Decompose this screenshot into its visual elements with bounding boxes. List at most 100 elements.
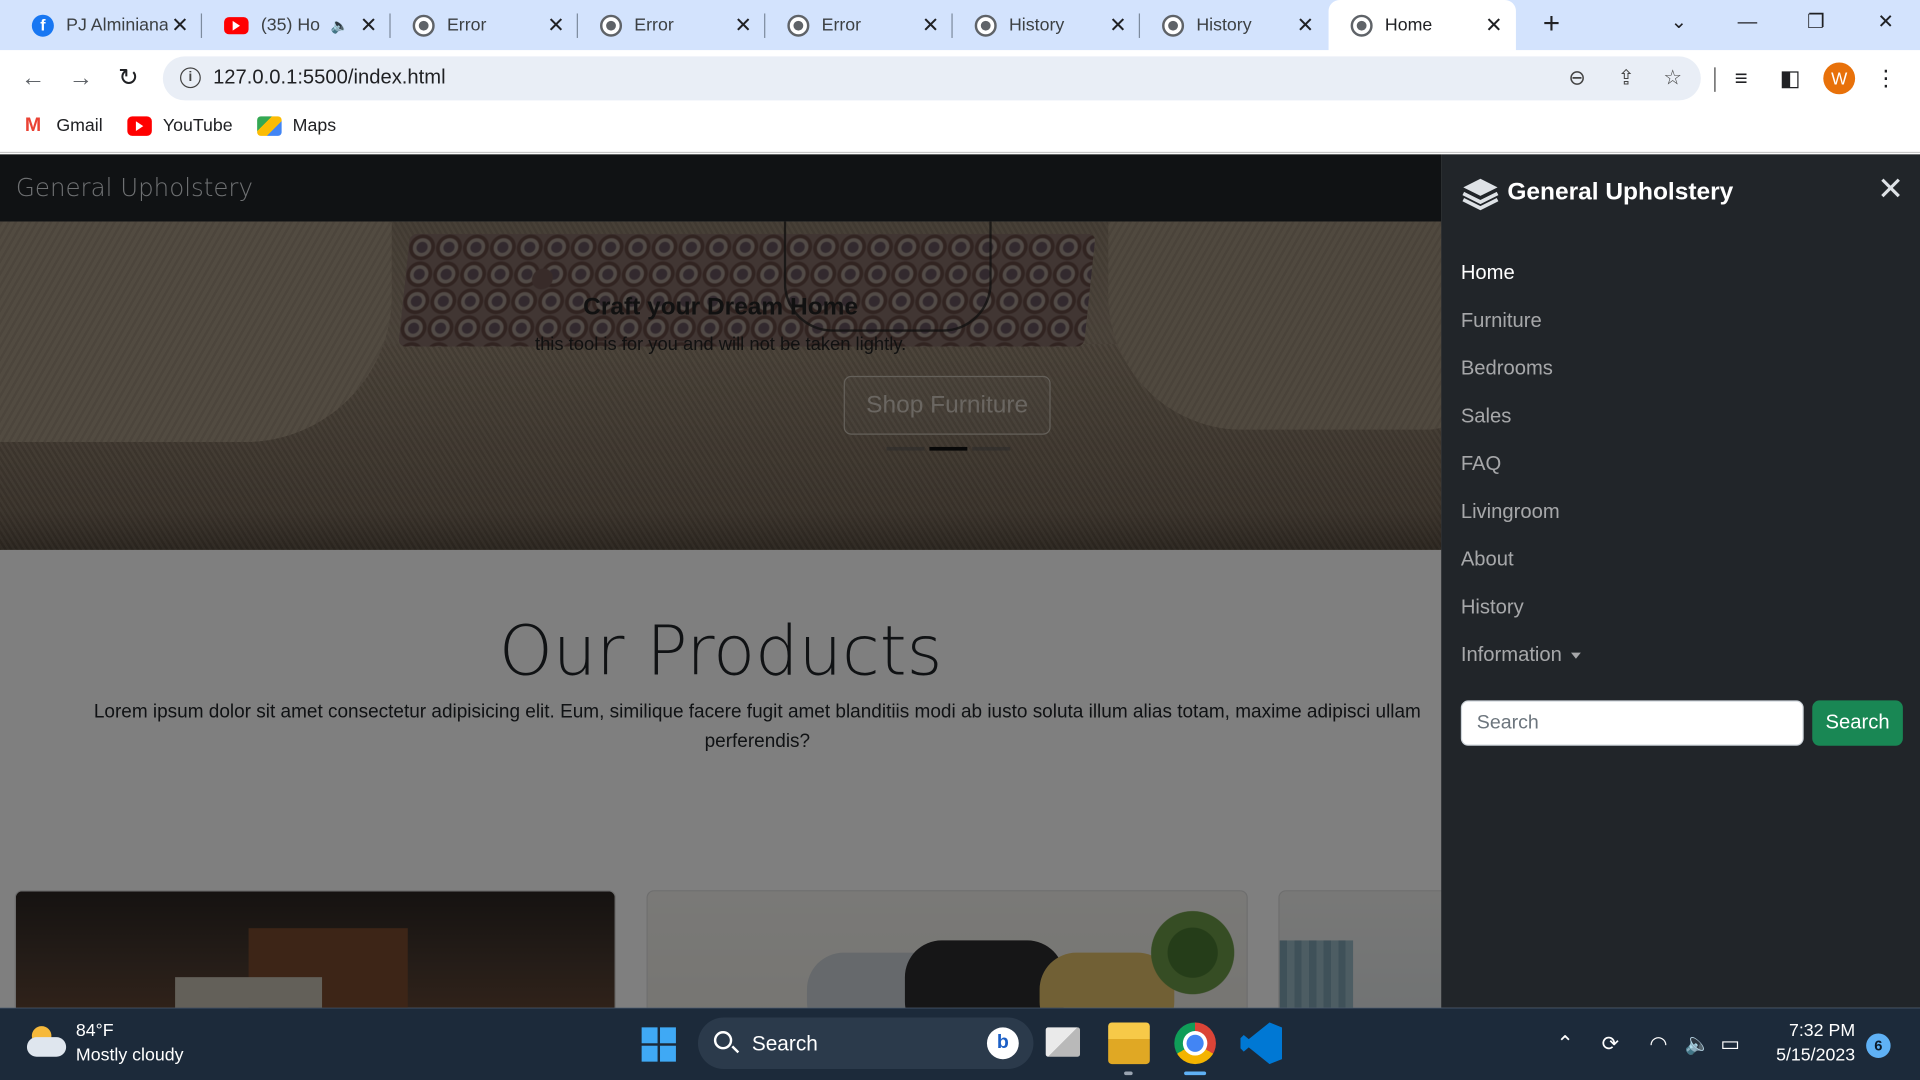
minimize-button[interactable]: — — [1719, 0, 1775, 49]
menu-kebab-icon[interactable]: ⋮ — [1871, 64, 1900, 93]
profile-avatar[interactable]: W — [1823, 62, 1856, 95]
close-icon[interactable]: ✕ — [1876, 173, 1905, 205]
tab-close-icon[interactable]: ✕ — [1482, 13, 1506, 37]
share-icon[interactable]: ⇪ — [1613, 65, 1640, 92]
battery-icon[interactable]: ▭ — [1720, 1032, 1740, 1056]
clock-date[interactable]: 5/15/2023 — [1751, 1046, 1855, 1066]
weather-description[interactable]: Mostly cloudy — [76, 1046, 184, 1066]
search-input[interactable] — [1460, 700, 1804, 746]
tab-close-icon[interactable]: ✕ — [356, 13, 380, 37]
clock-time[interactable]: 7:32 PM — [1763, 1021, 1855, 1041]
tab-label: Error — [821, 15, 862, 35]
bookmark-star-icon[interactable]: ☆ — [1659, 65, 1686, 92]
gmail-icon: M — [24, 115, 42, 136]
search-icon — [713, 1031, 733, 1050]
file-explorer-icon[interactable] — [1108, 1022, 1150, 1076]
tab-history-2[interactable]: History ✕ — [1140, 0, 1327, 50]
task-view-icon[interactable] — [1045, 1027, 1081, 1057]
tab-error-3[interactable]: Error ✕ — [765, 0, 953, 50]
offcanvas-menu: General Upholstery ✕ Home Furniture Bedr… — [1441, 154, 1920, 1008]
taskbar-search-label: Search — [751, 1032, 818, 1056]
nav-link-history[interactable]: History — [1461, 596, 1524, 619]
logo-pane — [641, 1027, 658, 1044]
youtube-icon — [127, 116, 152, 136]
logo-pane — [660, 1045, 676, 1062]
running-indicator — [1184, 1071, 1207, 1076]
tab-label: (35) Ho — [260, 15, 321, 35]
layers-icon — [1462, 178, 1499, 211]
bookmark-maps[interactable]: Maps — [257, 116, 336, 136]
tab-history-1[interactable]: History ✕ — [953, 0, 1141, 50]
nav-link-furniture[interactable]: Furniture — [1461, 310, 1542, 333]
tab-close-icon[interactable]: ✕ — [1106, 13, 1130, 37]
youtube-icon — [224, 16, 249, 34]
tab-close-icon[interactable]: ✕ — [544, 13, 568, 37]
weather-cloudy-icon[interactable] — [26, 1025, 67, 1059]
bookmarks-bar: M Gmail YouTube Maps — [0, 106, 1920, 154]
side-panel-icon[interactable]: ◧ — [1776, 64, 1805, 93]
nav-link-sales[interactable]: Sales — [1461, 405, 1512, 428]
weather-temperature[interactable]: 84°F — [76, 1021, 114, 1041]
forward-button[interactable]: → — [65, 62, 97, 94]
tab-label: Error — [634, 15, 674, 35]
logo-pane — [641, 1045, 658, 1062]
back-button[interactable]: ← — [17, 62, 49, 94]
screen: f PJ Alminiana ✕ (35) Ho 🔈 ✕ Error ✕ Err… — [0, 0, 1920, 1080]
sync-icon[interactable]: ⟳ — [1602, 1032, 1619, 1056]
cloud-shape — [26, 1037, 67, 1057]
globe-icon — [1162, 14, 1185, 37]
toolbar-divider — [1714, 67, 1716, 92]
zoom-icon[interactable]: ⊖ — [1564, 65, 1591, 92]
bookmark-youtube[interactable]: YouTube — [127, 116, 233, 136]
media-control-icon[interactable]: ≡ — [1727, 64, 1756, 93]
audio-playing-icon[interactable]: 🔈 — [331, 17, 349, 34]
page-viewport: General Upholstery Craft your Dream Home… — [0, 154, 1920, 1008]
vscode-icon[interactable] — [1240, 1022, 1283, 1065]
bookmark-label: Gmail — [56, 116, 103, 136]
tab-search-chevron-icon[interactable]: ⌄ — [1651, 0, 1707, 49]
nav-link-faq[interactable]: FAQ — [1461, 453, 1501, 476]
nav-link-bedrooms[interactable]: Bedrooms — [1461, 358, 1553, 381]
taskbar-search[interactable]: Search b — [697, 1017, 1034, 1069]
logo-pane — [660, 1027, 676, 1044]
running-indicator — [1124, 1071, 1133, 1076]
restore-button[interactable]: ❐ — [1788, 0, 1844, 49]
bing-icon[interactable]: b — [986, 1027, 1019, 1060]
tab-label: History — [1196, 15, 1252, 35]
windows-start-icon[interactable] — [641, 1027, 676, 1062]
tab-youtube[interactable]: (35) Ho 🔈 ✕ — [202, 0, 391, 50]
tab-home[interactable]: Home ✕ — [1328, 0, 1516, 51]
bookmark-gmail[interactable]: M Gmail — [21, 115, 103, 136]
nav-link-home[interactable]: Home — [1461, 262, 1515, 285]
tab-error-1[interactable]: Error ✕ — [391, 0, 578, 50]
address-bar[interactable]: i 127.0.0.1:5500/index.html ⊖ ⇪ ☆ — [162, 56, 1701, 101]
tab-facebook[interactable]: f PJ Alminiana ✕ — [10, 0, 203, 50]
nav-dropdown-information[interactable]: Information — [1461, 644, 1581, 667]
tab-label: Error — [446, 15, 487, 35]
reload-button[interactable]: ↻ — [113, 62, 145, 94]
volume-icon[interactable]: 🔈 — [1685, 1032, 1711, 1056]
tab-close-icon[interactable]: ✕ — [168, 13, 192, 37]
nav-link-about[interactable]: About — [1461, 549, 1514, 572]
new-tab-button[interactable]: + — [1536, 7, 1568, 41]
chrome-icon[interactable] — [1174, 1022, 1216, 1076]
close-window-button[interactable]: ✕ — [1858, 0, 1914, 49]
offcanvas-title: General Upholstery — [1507, 178, 1734, 206]
tray-chevron-up-icon[interactable]: ⌃ — [1556, 1032, 1573, 1056]
facebook-icon: f — [31, 14, 54, 37]
tab-close-icon[interactable]: ✕ — [1293, 13, 1317, 37]
tab-error-2[interactable]: Error ✕ — [578, 0, 766, 50]
url-text[interactable]: 127.0.0.1:5500/index.html — [213, 66, 446, 89]
notification-badge[interactable]: 6 — [1866, 1033, 1891, 1058]
tab-label: History — [1008, 15, 1065, 35]
running-indicator — [1256, 1071, 1265, 1075]
taskbar: 84°F Mostly cloudy Search b ⌃ ⟳ ◠ 🔈 ▭ 7:… — [0, 1007, 1920, 1080]
tab-close-icon[interactable]: ✕ — [918, 13, 942, 37]
globe-icon — [1350, 14, 1373, 37]
search-button[interactable]: Search — [1812, 700, 1903, 746]
nav-link-livingroom[interactable]: Livingroom — [1461, 501, 1560, 524]
wifi-icon[interactable]: ◠ — [1649, 1032, 1667, 1056]
site-info-icon[interactable]: i — [180, 67, 201, 89]
tab-close-icon[interactable]: ✕ — [731, 13, 755, 37]
globe-icon — [787, 14, 810, 37]
